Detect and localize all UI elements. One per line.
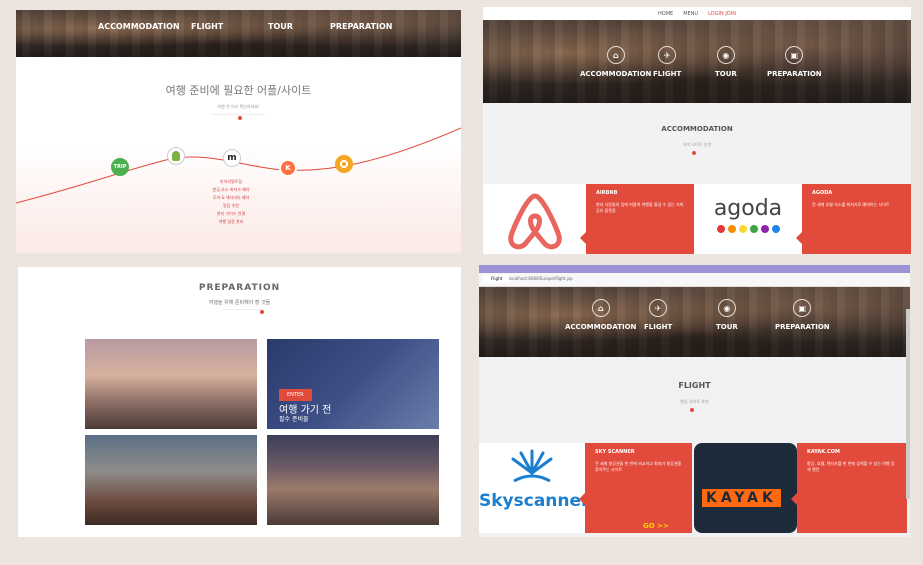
camera-icon: ◉	[717, 299, 736, 317]
top-nav-home[interactable]: HOME	[658, 11, 673, 17]
kayak-logo[interactable]: KAYAK	[694, 443, 797, 533]
night-city-photo[interactable]	[267, 435, 439, 525]
agoda-logo[interactable]: agoda	[694, 184, 802, 254]
nav-accommodation[interactable]: ACCOMMODATION	[98, 22, 180, 31]
bag-icon: ▣	[785, 46, 804, 64]
city-photo[interactable]	[85, 339, 257, 429]
plane-icon: ✈	[649, 299, 668, 317]
enter-button[interactable]: ENTER	[279, 389, 312, 401]
accommodation-page-panel: HOME MENU LOGIN JOIN ⌂ ACCOMMODATION ✈ FLI…	[483, 7, 911, 254]
address-bar[interactable]: localhost:8080/Europe/flight.jsp	[479, 273, 910, 287]
castle-photo[interactable]	[85, 435, 257, 525]
list-item: 투어 & 액티비티 예약	[212, 195, 250, 200]
list-item: 현지 가이드 연결	[216, 211, 246, 216]
nav-accommodation[interactable]: ⌂ ACCOMMODATION	[580, 46, 651, 78]
nav-flight[interactable]: ✈ FLIGHT	[644, 299, 672, 331]
nav-preparation[interactable]: ▣ PREPARATION	[767, 46, 822, 78]
airbnb-logo[interactable]	[483, 184, 586, 254]
bag-icon: ▣	[793, 299, 812, 317]
top-nav-login[interactable]: LOGIN JOIN	[708, 11, 736, 17]
photo-caption-sub: 필수 준비물	[279, 416, 309, 423]
list-item: 여행 일정 관리	[218, 219, 244, 224]
section-subtitle: 여행을 위해 준비해야 할 것들	[208, 300, 271, 306]
flight-page-panel: Flight localhost:8080/Europe/flight.jsp …	[479, 265, 910, 537]
browser-tab-bar: Flight	[479, 265, 910, 283]
android-icon[interactable]	[167, 147, 185, 165]
agoda-card[interactable]: AGODA 전 세계 호텔 숙소를 최저가로 예약하는 사이트	[802, 184, 911, 254]
trip-icon[interactable]: TRIP	[111, 158, 129, 176]
bed-icon: ⌂	[591, 299, 610, 317]
list-item: 맛집 추천	[223, 203, 239, 208]
section-title: PREPARATION	[198, 283, 281, 293]
skyscanner-sun-icon	[511, 449, 553, 483]
preparation-page-panel: PREPARATION 여행을 위해 준비해야 할 것들 ENTER 여행 가기…	[18, 267, 461, 537]
scrollbar[interactable]	[906, 309, 910, 499]
section-subtitle: 숙박 사이트 추천	[682, 142, 712, 147]
hero-banner: ⌂ ACCOMMODATION ✈ FLIGHT ◉ TOUR ▣ PREPARATIO…	[483, 20, 911, 103]
section-subtitle: 항공 사이트 추천	[680, 399, 709, 404]
browser-tab[interactable]: Flight	[483, 275, 511, 283]
bed-icon: ⌂	[606, 46, 625, 64]
nav-tour[interactable]: ◉ TOUR	[716, 299, 738, 331]
hero-banner: ⌂ ACCOMMODATION ✈ FLIGHT ◉ TOUR ▣ PREPARATIO…	[479, 287, 910, 357]
top-nav: HOME MENU LOGIN JOIN	[483, 7, 911, 20]
section-title: ACCOMMODATION	[661, 125, 733, 133]
wifi-icon[interactable]	[335, 155, 353, 173]
camera-icon: ◉	[716, 46, 735, 64]
enter-photo[interactable]: ENTER 여행 가기 전 필수 준비물	[267, 339, 439, 429]
k-icon[interactable]: K	[279, 159, 297, 177]
kayak-card[interactable]: KAYAK.COM 항공, 호텔, 렌터카를 한 번에 검색할 수 있는 여행 …	[797, 443, 907, 533]
m-icon[interactable]: m	[223, 149, 241, 167]
skyscanner-logo[interactable]: Skyscanner	[479, 443, 585, 533]
go-link[interactable]: GO >>	[643, 523, 669, 530]
nav-tour[interactable]: ◉ TOUR	[715, 46, 737, 78]
airbnb-card[interactable]: AIRBNB 현지 사람들의 집에 머물며 여행을 즐길 수 있는 숙박 공유 …	[586, 184, 694, 254]
top-nav-menu[interactable]: MENU	[683, 11, 698, 17]
main-page-panel: ACCOMMODATION FLIGHT TOUR PREPARATION 여행…	[16, 10, 461, 253]
nav-preparation[interactable]: PREPARATION	[330, 22, 392, 31]
skyscanner-card[interactable]: SKY SCANNER 전 세계 항공권을 한 번에 비교하고 최저가 항공권을…	[585, 443, 692, 533]
nav-flight[interactable]: FLIGHT	[191, 22, 223, 31]
list-item: 항공,숙소 최저가 예약	[212, 187, 250, 192]
list-item: 마이리얼트립	[219, 179, 243, 184]
nav-tour[interactable]: TOUR	[268, 22, 293, 31]
plane-icon: ✈	[658, 46, 677, 64]
feature-list: 마이리얼트립 항공,숙소 최저가 예약 투어 & 액티비티 예약 맛집 추천 현…	[201, 178, 261, 226]
nav-flight[interactable]: ✈ FLIGHT	[653, 46, 681, 78]
nav-preparation[interactable]: ▣ PREPARATION	[775, 299, 830, 331]
section-title: FLIGHT	[678, 381, 711, 390]
nav-accommodation[interactable]: ⌂ ACCOMMODATION	[565, 299, 636, 331]
